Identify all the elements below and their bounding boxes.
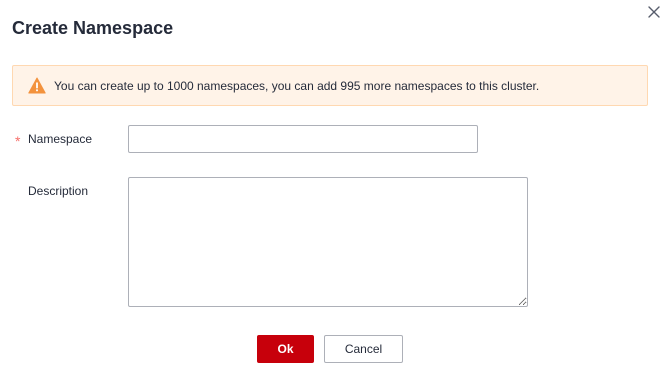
create-namespace-dialog: Create Namespace You can create up to 10… bbox=[0, 0, 670, 382]
dialog-title: Create Namespace bbox=[12, 18, 174, 38]
close-button[interactable] bbox=[646, 4, 662, 20]
close-icon bbox=[648, 6, 660, 18]
ok-button[interactable]: Ok bbox=[257, 335, 314, 363]
required-marker: * bbox=[15, 133, 21, 149]
cancel-button[interactable]: Cancel bbox=[324, 335, 403, 363]
alert-text: You can create up to 1000 namespaces, yo… bbox=[54, 79, 540, 93]
description-textarea[interactable] bbox=[128, 177, 528, 307]
warning-icon bbox=[28, 77, 46, 94]
namespace-quota-alert: You can create up to 1000 namespaces, yo… bbox=[12, 65, 648, 106]
namespace-label: Namespace bbox=[28, 132, 93, 146]
namespace-input[interactable] bbox=[128, 125, 478, 153]
description-label: Description bbox=[28, 184, 89, 198]
